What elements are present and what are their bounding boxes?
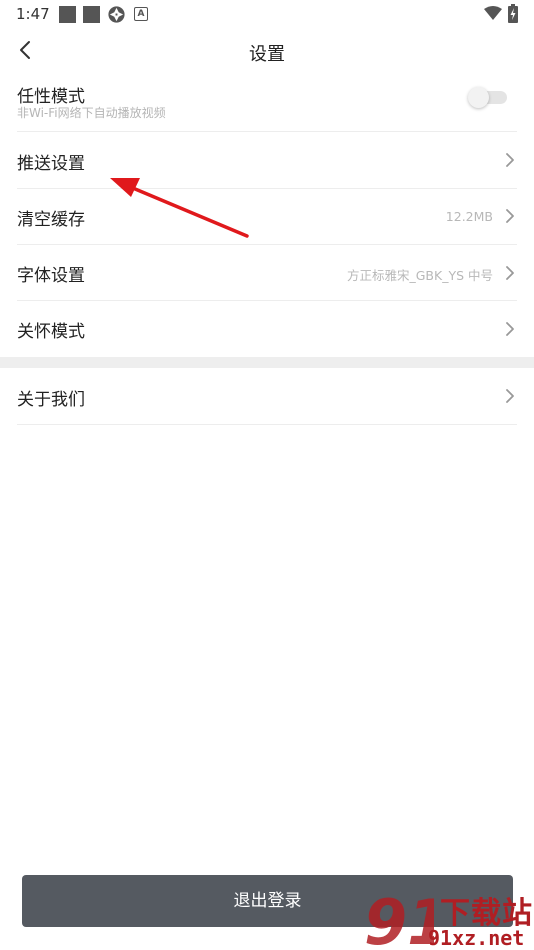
row-label: 清空缓存 — [17, 210, 85, 230]
chevron-right-icon — [506, 322, 514, 336]
row-label: 关怀模式 — [17, 322, 85, 342]
watermark-logo-icon: 91 — [364, 888, 434, 950]
settings-row-push[interactable]: 推送设置 — [17, 132, 517, 189]
settings-row-care-mode[interactable]: 关怀模式 — [17, 301, 517, 357]
aperture-icon — [108, 6, 125, 23]
settings-row-clear-cache[interactable]: 清空缓存 12.2MB — [17, 189, 517, 245]
cache-size-value: 12.2MB — [445, 209, 493, 224]
battery-charging-icon — [508, 4, 518, 23]
a-badge-icon: A — [134, 7, 148, 21]
settings-row-willful-mode[interactable]: 任性模式 非Wi-Fi网络下自动播放视频 — [17, 74, 517, 132]
wifi-icon — [484, 6, 502, 20]
page-title: 设置 — [249, 44, 285, 65]
status-bar: 1:47 A — [0, 0, 534, 28]
row-label: 关于我们 — [17, 390, 85, 410]
top-app-bar: 设置 — [0, 28, 534, 74]
section-divider — [0, 357, 534, 368]
watermark: 91 下载站 91xz.net — [362, 886, 534, 950]
row-label: 推送设置 — [17, 154, 85, 174]
row-sublabel: 非Wi-Fi网络下自动播放视频 — [17, 106, 166, 120]
watermark-logo-text: 91 — [364, 888, 434, 950]
autoplay-toggle[interactable] — [468, 87, 507, 108]
row-label: 字体设置 — [17, 266, 85, 286]
chevron-right-icon — [506, 153, 514, 167]
watermark-url: 91xz.net — [428, 926, 525, 950]
chevron-right-icon — [506, 209, 514, 223]
square-icon — [83, 6, 100, 23]
settings-row-about-us[interactable]: 关于我们 — [17, 368, 517, 425]
chevron-right-icon — [506, 389, 514, 403]
chevron-right-icon — [506, 266, 514, 280]
square-icon — [59, 6, 76, 23]
settings-row-font[interactable]: 字体设置 方正标雅宋_GBK_YS 中号 — [17, 245, 517, 301]
font-setting-value: 方正标雅宋_GBK_YS 中号 — [346, 268, 493, 283]
status-time: 1:47 — [16, 5, 50, 23]
toggle-knob — [468, 87, 489, 108]
